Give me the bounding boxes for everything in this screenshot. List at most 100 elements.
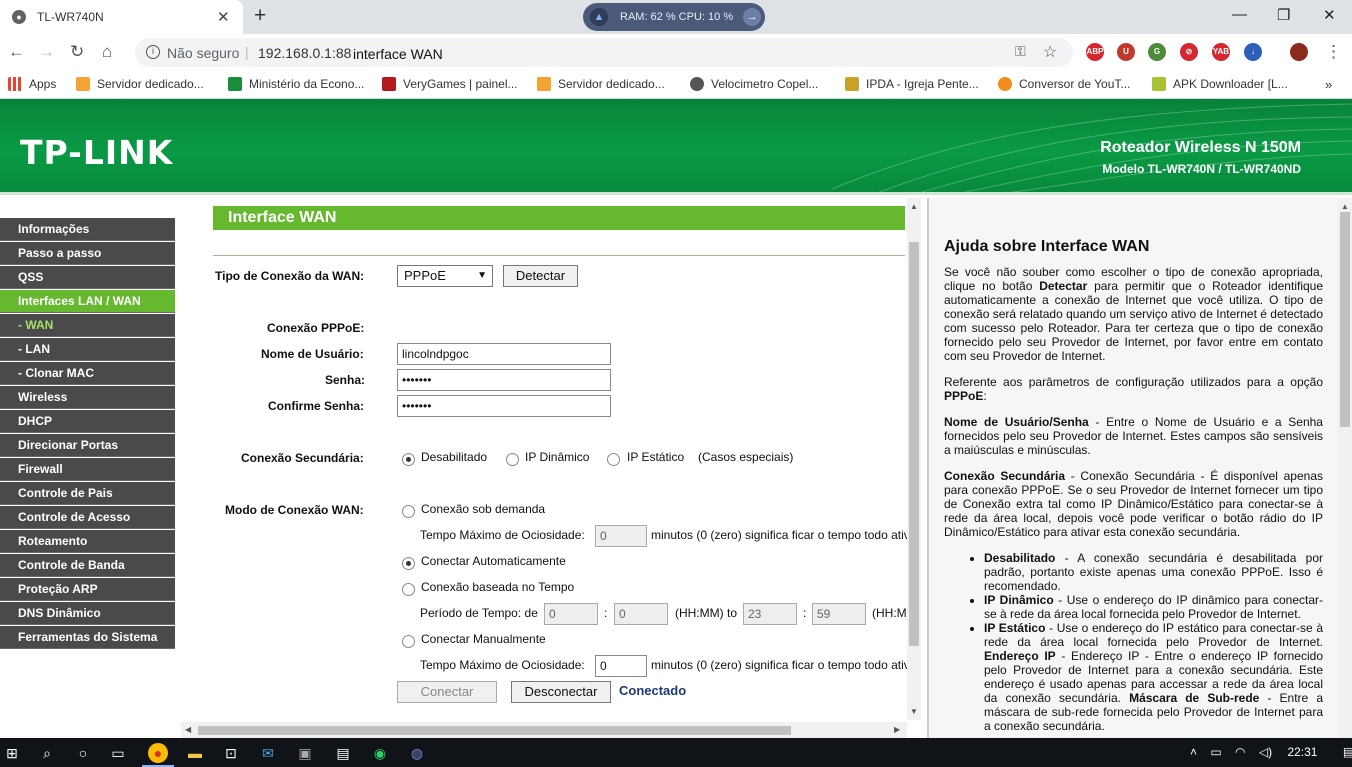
help-scroll-thumb[interactable] bbox=[1340, 212, 1350, 427]
store-icon[interactable]: ⊡ bbox=[221, 743, 241, 763]
windows-start-icon[interactable]: ⊞ bbox=[2, 743, 22, 763]
ublock-icon[interactable]: U bbox=[1117, 43, 1135, 61]
bookmark-item[interactable]: Velocimetro Copel... bbox=[690, 77, 818, 91]
help-scrollbar[interactable]: ▲ bbox=[1338, 198, 1352, 738]
menu-item-firewall[interactable]: Firewall bbox=[0, 458, 175, 481]
secondary-disabled-label[interactable]: Desabilitado bbox=[421, 450, 487, 464]
menu-item-wireless[interactable]: Wireless bbox=[0, 386, 175, 409]
secondary-static-radio[interactable] bbox=[607, 453, 620, 466]
mode-manual-radio[interactable] bbox=[402, 635, 415, 648]
conn-type-select[interactable]: PPPoE ▼ bbox=[397, 265, 493, 287]
menu-item-clonar-mac[interactable]: - Clonar MAC bbox=[0, 362, 175, 385]
new-tab-button[interactable]: + bbox=[254, 4, 266, 28]
menu-item-controle-de-pais[interactable]: Controle de Pais bbox=[0, 482, 175, 505]
browser-tab[interactable]: ● TL-WR740N ✕ bbox=[0, 0, 243, 34]
network-icon[interactable]: ▭ bbox=[1210, 745, 1221, 759]
form-vscroll-thumb[interactable] bbox=[909, 242, 919, 646]
tray-chevron-icon[interactable]: ˄ bbox=[1190, 745, 1197, 759]
address-bar[interactable]: i Não seguro | 192.168.0.1:88 interface … bbox=[135, 38, 1073, 67]
period-from-hour-input[interactable]: 0 bbox=[544, 603, 598, 625]
search-icon[interactable]: ⌕ bbox=[37, 743, 57, 763]
arrow-right-icon[interactable]: → bbox=[743, 8, 761, 26]
avatar[interactable] bbox=[1290, 43, 1308, 61]
bookmark-item[interactable]: Servidor dedicado... bbox=[76, 77, 204, 91]
key-icon[interactable]: ⚿ bbox=[1015, 43, 1026, 60]
menu-item-passo-a-passo[interactable]: Passo a passo bbox=[0, 242, 175, 265]
abp-icon[interactable]: ABP bbox=[1086, 43, 1104, 61]
username-input[interactable]: lincolndpgoc bbox=[397, 343, 611, 365]
secondary-disabled-radio[interactable] bbox=[402, 453, 415, 466]
menu-item-controle-de-banda[interactable]: Controle de Banda bbox=[0, 554, 175, 577]
menu-item-roteamento[interactable]: Roteamento bbox=[0, 530, 175, 553]
download-ext-icon[interactable]: ↓ bbox=[1244, 43, 1262, 61]
menu-item-dhcp[interactable]: DHCP bbox=[0, 410, 175, 433]
close-tab-icon[interactable]: ✕ bbox=[217, 8, 230, 26]
password-input[interactable]: ••••••• bbox=[397, 369, 611, 391]
scroll-up-icon[interactable]: ▲ bbox=[910, 202, 918, 211]
menu-item-ferramentas-do-sistema[interactable]: Ferramentas do Sistema bbox=[0, 626, 175, 649]
menu-item-informacoes[interactable]: Informações bbox=[0, 218, 175, 241]
confirm-password-input[interactable]: ••••••• bbox=[397, 395, 611, 417]
task-view-icon[interactable]: ▭ bbox=[108, 743, 128, 763]
chrome-icon[interactable]: ● bbox=[142, 743, 174, 767]
form-horizontal-scrollbar[interactable]: ◀ ▶ bbox=[181, 722, 907, 738]
mode-on-demand-radio[interactable] bbox=[402, 505, 415, 518]
mode-time-based-label[interactable]: Conexão baseada no Tempo bbox=[421, 580, 574, 594]
url-text[interactable]: 192.168.0.1:88 bbox=[258, 45, 351, 61]
bookmark-apps[interactable]: Apps bbox=[8, 77, 56, 91]
menu-item-lan[interactable]: - LAN bbox=[0, 338, 175, 361]
not-secure-label[interactable]: Não seguro bbox=[167, 45, 239, 61]
discord-icon[interactable]: ◍ bbox=[407, 743, 427, 763]
idle-time-input[interactable]: 0 bbox=[595, 525, 647, 547]
cortana-icon[interactable]: ○ bbox=[73, 743, 93, 763]
more-bookmarks-icon[interactable]: » bbox=[1325, 77, 1332, 92]
whatsapp-icon[interactable]: ◉ bbox=[370, 743, 390, 763]
scroll-down-icon[interactable]: ▼ bbox=[910, 707, 918, 716]
window-close-icon[interactable]: ✕ bbox=[1323, 6, 1336, 24]
volume-icon[interactable]: ◁) bbox=[1259, 745, 1272, 759]
bookmark-item[interactable]: APK Downloader [L... bbox=[1152, 77, 1288, 91]
mode-manual-label[interactable]: Conectar Manualmente bbox=[421, 632, 546, 646]
yab-icon[interactable]: YAB bbox=[1212, 43, 1230, 61]
menu-item-wan[interactable]: - WAN bbox=[0, 314, 175, 337]
menu-item-direcionar-portas[interactable]: Direcionar Portas bbox=[0, 434, 175, 457]
bookmark-item[interactable]: IPDA - Igreja Pente... bbox=[845, 77, 979, 91]
disconnect-button[interactable]: Desconectar bbox=[511, 681, 611, 703]
idle-time-input-manual[interactable]: 0 bbox=[595, 655, 647, 677]
form-vertical-scrollbar[interactable]: ▲ ▼ bbox=[907, 198, 921, 720]
wifi-icon[interactable]: ◠ bbox=[1235, 745, 1245, 759]
mode-auto-label[interactable]: Conectar Automaticamente bbox=[421, 554, 566, 568]
help-scroll-up-icon[interactable]: ▲ bbox=[1341, 202, 1349, 211]
bookmark-item[interactable]: Ministério da Econo... bbox=[228, 77, 364, 91]
mode-auto-radio[interactable] bbox=[402, 557, 415, 570]
menu-item-controle-de-acesso[interactable]: Controle de Acesso bbox=[0, 506, 175, 529]
period-from-minute-input[interactable]: 0 bbox=[614, 603, 668, 625]
back-icon[interactable]: ← bbox=[8, 42, 25, 62]
mode-time-based-radio[interactable] bbox=[402, 583, 415, 596]
detect-button[interactable]: Detectar bbox=[503, 265, 578, 287]
bookmark-item[interactable]: Conversor de YouT... bbox=[998, 77, 1130, 91]
bookmark-item[interactable]: VeryGames | painel... bbox=[382, 77, 518, 91]
menu-item-qss[interactable]: QSS bbox=[0, 266, 175, 289]
minimize-icon[interactable]: — bbox=[1232, 6, 1247, 23]
terminal-icon[interactable]: ▤ bbox=[333, 743, 353, 763]
restore-icon[interactable]: ❐ bbox=[1277, 6, 1290, 24]
secondary-dynamic-label[interactable]: IP Dinâmico bbox=[525, 450, 589, 464]
performance-monitor[interactable]: ▲ RAM: 62 % CPU: 10 % → bbox=[583, 3, 765, 31]
home-icon[interactable]: ⌂ bbox=[102, 42, 112, 62]
block-icon[interactable]: ⊘ bbox=[1180, 43, 1198, 61]
star-icon[interactable]: ☆ bbox=[1043, 42, 1057, 62]
bookmark-item[interactable]: Servidor dedicado... bbox=[537, 77, 665, 91]
forward-icon[interactable]: → bbox=[38, 42, 55, 62]
url-page-title[interactable]: interface WAN bbox=[353, 46, 443, 62]
scroll-right-icon[interactable]: ▶ bbox=[894, 725, 900, 734]
file-explorer-icon[interactable]: ▬ bbox=[185, 743, 205, 763]
scroll-left-icon[interactable]: ◀ bbox=[185, 725, 191, 734]
mail-icon[interactable]: ✉ bbox=[258, 743, 278, 763]
secondary-dynamic-radio[interactable] bbox=[506, 453, 519, 466]
menu-item-interfaces-lan-wan[interactable]: Interfaces LAN / WAN bbox=[0, 290, 175, 313]
form-hscroll-thumb[interactable] bbox=[198, 726, 791, 735]
remote-desktop-icon[interactable]: ▣ bbox=[295, 743, 315, 763]
menu-item-dns-dinamico[interactable]: DNS Dinâmico bbox=[0, 602, 175, 625]
connect-button[interactable]: Conectar bbox=[397, 681, 497, 703]
